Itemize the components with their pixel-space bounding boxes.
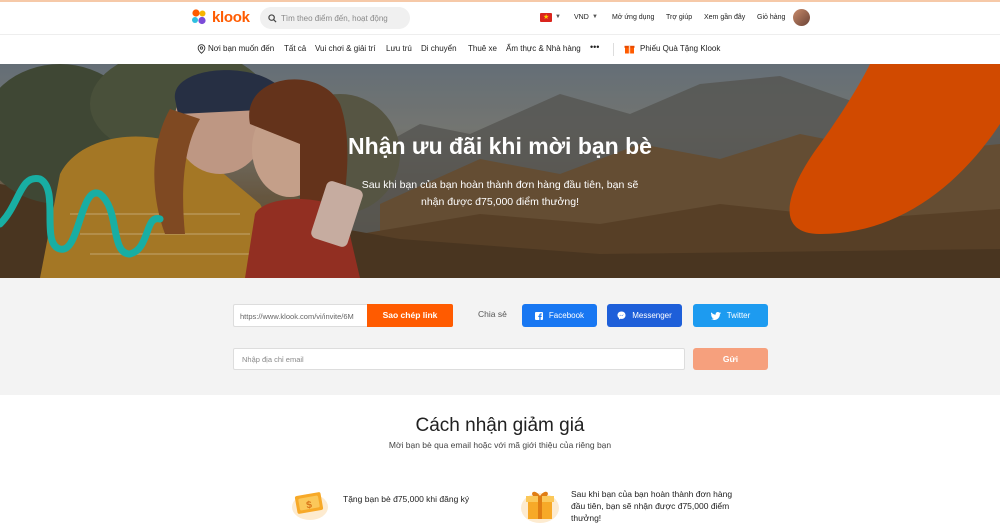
facebook-label: Facebook xyxy=(548,311,585,320)
section-title: Cách nhận giảm giá xyxy=(415,415,585,436)
chevron-down-icon[interactable]: ▼ xyxy=(555,14,561,20)
facebook-share-button[interactable]: Facebook xyxy=(522,304,597,327)
avatar[interactable] xyxy=(793,9,810,26)
messenger-icon xyxy=(617,311,626,320)
invite-link-field[interactable]: https://www.klook.com/vi/invite/6M xyxy=(233,304,369,327)
coupon-icon: $ xyxy=(292,489,328,526)
twitter-share-button[interactable]: Twitter xyxy=(693,304,768,327)
help-link[interactable]: Trợ giúp xyxy=(666,14,692,21)
vietnam-flag-icon[interactable]: ★ xyxy=(540,13,552,22)
messenger-share-button[interactable]: Messenger xyxy=(607,304,682,327)
hero-banner: Nhận ưu đãi khi mời bạn bè Sau khi bạn c… xyxy=(0,64,1000,278)
hero-title: Nhận ưu đãi khi mời bạn bè xyxy=(348,133,652,159)
nav-item-transport[interactable]: Di chuyển xyxy=(421,44,457,53)
copy-link-button[interactable]: Sao chép link xyxy=(367,304,453,327)
step-text-signup: Tặng bạn bè đ75,000 khi đăng ký xyxy=(343,494,470,504)
step-text-reward: Sau khi bạn của bạn hoàn thành đơn hàng … xyxy=(571,489,733,523)
email-input[interactable]: Nhập địa chỉ email xyxy=(233,348,685,370)
nav-item-attractions[interactable]: Vui chơi & giải trí xyxy=(315,44,376,53)
nav-divider xyxy=(613,43,614,56)
nav-item-all[interactable]: Tất cả xyxy=(284,44,306,53)
referral-panel: https://www.klook.com/vi/invite/6M Sao c… xyxy=(0,278,1000,395)
cart-link[interactable]: Giỏ hàng xyxy=(757,14,785,21)
open-app-link[interactable]: Mở ứng dụng xyxy=(612,14,654,21)
gift-icon xyxy=(624,45,635,54)
nav-item-food[interactable]: Ẩm thực & Nhà hàng xyxy=(506,44,581,53)
nav-item-destination[interactable]: Nơi bạn muốn đến xyxy=(208,44,274,53)
nav-item-car-rental[interactable]: Thuê xe xyxy=(468,44,497,53)
nav-item-hotels[interactable]: Lưu trú xyxy=(386,44,412,53)
category-nav: Nơi bạn muốn đến Tất cả Vui chơi & giải … xyxy=(0,34,1000,64)
send-button[interactable]: Gửi xyxy=(693,348,768,370)
gift-box-icon xyxy=(521,486,559,529)
hero-subtitle: Sau khi bạn của bạn hoàn thành đơn hàng … xyxy=(361,179,639,208)
search-placeholder: Tìm theo điểm đến, hoạt động xyxy=(281,13,388,23)
twitter-label: Twitter xyxy=(726,311,751,320)
search-icon xyxy=(268,13,277,23)
location-pin-icon xyxy=(197,44,206,54)
recently-viewed-link[interactable]: Xem gần đây xyxy=(704,14,745,21)
more-icon[interactable]: ••• xyxy=(590,42,599,52)
search-input[interactable]: Tìm theo điểm đến, hoạt động xyxy=(260,7,410,29)
klook-logo-icon xyxy=(190,8,208,26)
currency-selector[interactable]: VND xyxy=(574,14,589,21)
chevron-down-icon[interactable]: ▼ xyxy=(592,14,598,20)
gift-card-link[interactable]: Phiếu Quà Tặng Klook xyxy=(640,44,720,53)
hero-background-image xyxy=(0,64,1000,278)
logo-text: klook xyxy=(212,8,250,26)
section-subtitle: Mời bạn bè qua email hoặc với mã giới th… xyxy=(388,440,612,450)
top-header: klook Tìm theo điểm đến, hoạt động ★ ▼ V… xyxy=(0,2,1000,34)
facebook-icon xyxy=(534,311,543,320)
messenger-label: Messenger xyxy=(632,311,672,320)
twitter-icon xyxy=(710,311,721,320)
share-label: Chia sẻ xyxy=(478,309,507,319)
klook-logo[interactable]: klook xyxy=(190,8,250,26)
